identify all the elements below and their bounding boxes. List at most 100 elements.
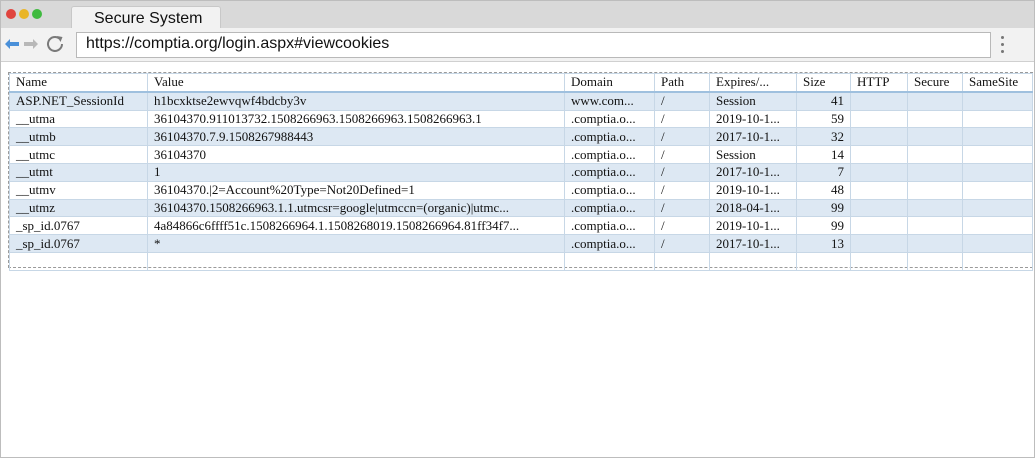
cookie-domain: .comptia.o... (564, 234, 655, 253)
cookie-size: 99 (796, 216, 851, 236)
title-bar: Secure System (1, 1, 1034, 31)
cookie-expires: 2019-10-1... (709, 180, 797, 200)
forward-arrow-icon[interactable] (22, 35, 40, 53)
table-row[interactable]: __utmc 36104370 .comptia.o... / Session … (9, 145, 1033, 164)
cookie-value: h1bcxktse2ewvqwf4bdcby3v (147, 91, 565, 111)
cookie-expires: 2019-10-1... (709, 216, 797, 236)
cookie-size (796, 251, 851, 271)
cookie-samesite (962, 251, 1033, 271)
cookie-secure (907, 198, 963, 218)
cookie-http (850, 180, 908, 200)
cookie-size: 59 (796, 109, 851, 129)
cookie-name: __utmz (9, 198, 148, 218)
column-header-path[interactable]: Path (654, 72, 710, 93)
cookie-expires: Session (709, 145, 797, 164)
cookie-path: / (654, 180, 710, 200)
column-header-secure[interactable]: Secure (907, 72, 963, 93)
cookie-samesite (962, 234, 1033, 253)
cookie-secure (907, 180, 963, 200)
cookie-http (850, 127, 908, 147)
cookie-domain: www.com... (564, 91, 655, 111)
close-window-button[interactable] (6, 9, 16, 19)
table-row-empty[interactable] (9, 251, 1033, 271)
cookie-secure (907, 216, 963, 236)
column-header-http[interactable]: HTTP (850, 72, 908, 93)
cookie-expires: 2019-10-1... (709, 109, 797, 129)
cookie-size: 14 (796, 145, 851, 164)
cookie-expires: Session (709, 91, 797, 111)
column-header-samesite[interactable]: SameSite (962, 72, 1033, 93)
cookie-path: / (654, 216, 710, 236)
cookies-table: Name Value Domain Path Expires/... Size … (9, 72, 1033, 271)
cookie-samesite (962, 198, 1033, 218)
minimize-window-button[interactable] (19, 9, 29, 19)
table-row[interactable]: _sp_id.0767 4a84866c6ffff51c.1508266964.… (9, 216, 1033, 236)
tab-title: Secure System (94, 10, 203, 27)
column-header-value[interactable]: Value (147, 72, 565, 93)
cookie-path: / (654, 127, 710, 147)
cookie-http (850, 198, 908, 218)
cookie-value: 36104370.|2=Account%20Type=Not20Defined=… (147, 180, 565, 200)
cookie-domain: .comptia.o... (564, 109, 655, 129)
address-bar[interactable]: https://comptia.org/login.aspx#viewcooki… (76, 32, 991, 58)
cookie-samesite (962, 162, 1033, 182)
reload-icon[interactable] (44, 33, 66, 55)
cookie-http (850, 91, 908, 111)
table-row[interactable]: __utmz 36104370.1508266963.1.1.utmcsr=go… (9, 198, 1033, 218)
cookie-expires: 2018-04-1... (709, 198, 797, 218)
cookie-expires: 2017-10-1... (709, 234, 797, 253)
cookie-samesite (962, 109, 1033, 129)
cookie-size: 48 (796, 180, 851, 200)
cookie-value: 4a84866c6ffff51c.1508266964.1.1508268019… (147, 216, 565, 236)
cookie-domain: .comptia.o... (564, 180, 655, 200)
cookies-panel: Name Value Domain Path Expires/... Size … (8, 72, 1033, 271)
column-header-domain[interactable]: Domain (564, 72, 655, 93)
table-header-row: Name Value Domain Path Expires/... Size … (9, 72, 1033, 93)
maximize-window-button[interactable] (32, 9, 42, 19)
cookie-name: _sp_id.0767 (9, 234, 148, 253)
cookie-http (850, 234, 908, 253)
table-row[interactable]: _sp_id.0767 * .comptia.o... / 2017-10-1.… (9, 234, 1033, 253)
cookie-secure (907, 145, 963, 164)
table-row[interactable]: __utmv 36104370.|2=Account%20Type=Not20D… (9, 180, 1033, 200)
table-row[interactable]: ASP.NET_SessionId h1bcxktse2ewvqwf4bdcby… (9, 91, 1033, 111)
cookie-path: / (654, 91, 710, 111)
column-header-name[interactable]: Name (9, 72, 148, 93)
kebab-menu-icon[interactable] (998, 34, 1008, 56)
cookie-size: 41 (796, 91, 851, 111)
cookie-path: / (654, 109, 710, 129)
cookie-size: 13 (796, 234, 851, 253)
cookie-secure (907, 234, 963, 253)
cookie-samesite (962, 216, 1033, 236)
cookie-path: / (654, 198, 710, 218)
cookie-secure (907, 162, 963, 182)
cookie-expires (709, 251, 797, 271)
cookie-domain: .comptia.o... (564, 127, 655, 147)
cookie-secure (907, 251, 963, 271)
cookie-secure (907, 91, 963, 111)
back-arrow-icon[interactable] (3, 35, 21, 53)
table-row[interactable]: __utma 36104370.911013732.1508266963.150… (9, 109, 1033, 129)
cookie-size: 7 (796, 162, 851, 182)
cookie-value: 36104370.911013732.1508266963.1508266963… (147, 109, 565, 129)
table-row[interactable]: __utmb 36104370.7.9.1508267988443 .compt… (9, 127, 1033, 147)
cookie-size: 32 (796, 127, 851, 147)
cookie-path: / (654, 234, 710, 253)
cookie-samesite (962, 91, 1033, 111)
column-header-expires[interactable]: Expires/... (709, 72, 797, 93)
cookie-name: ASP.NET_SessionId (9, 91, 148, 111)
cookie-name: _sp_id.0767 (9, 216, 148, 236)
cookie-expires: 2017-10-1... (709, 127, 797, 147)
cookie-domain: .comptia.o... (564, 162, 655, 182)
table-row[interactable]: __utmt 1 .comptia.o... / 2017-10-1... 7 (9, 162, 1033, 182)
column-header-size[interactable]: Size (796, 72, 851, 93)
cookie-value (147, 251, 565, 271)
cookie-name: __utmt (9, 162, 148, 182)
cookie-http (850, 109, 908, 129)
cookie-http (850, 216, 908, 236)
cookie-domain: .comptia.o... (564, 145, 655, 164)
cookie-samesite (962, 145, 1033, 164)
cookie-domain (564, 251, 655, 271)
cookie-name (9, 251, 148, 271)
cookie-path (654, 251, 710, 271)
